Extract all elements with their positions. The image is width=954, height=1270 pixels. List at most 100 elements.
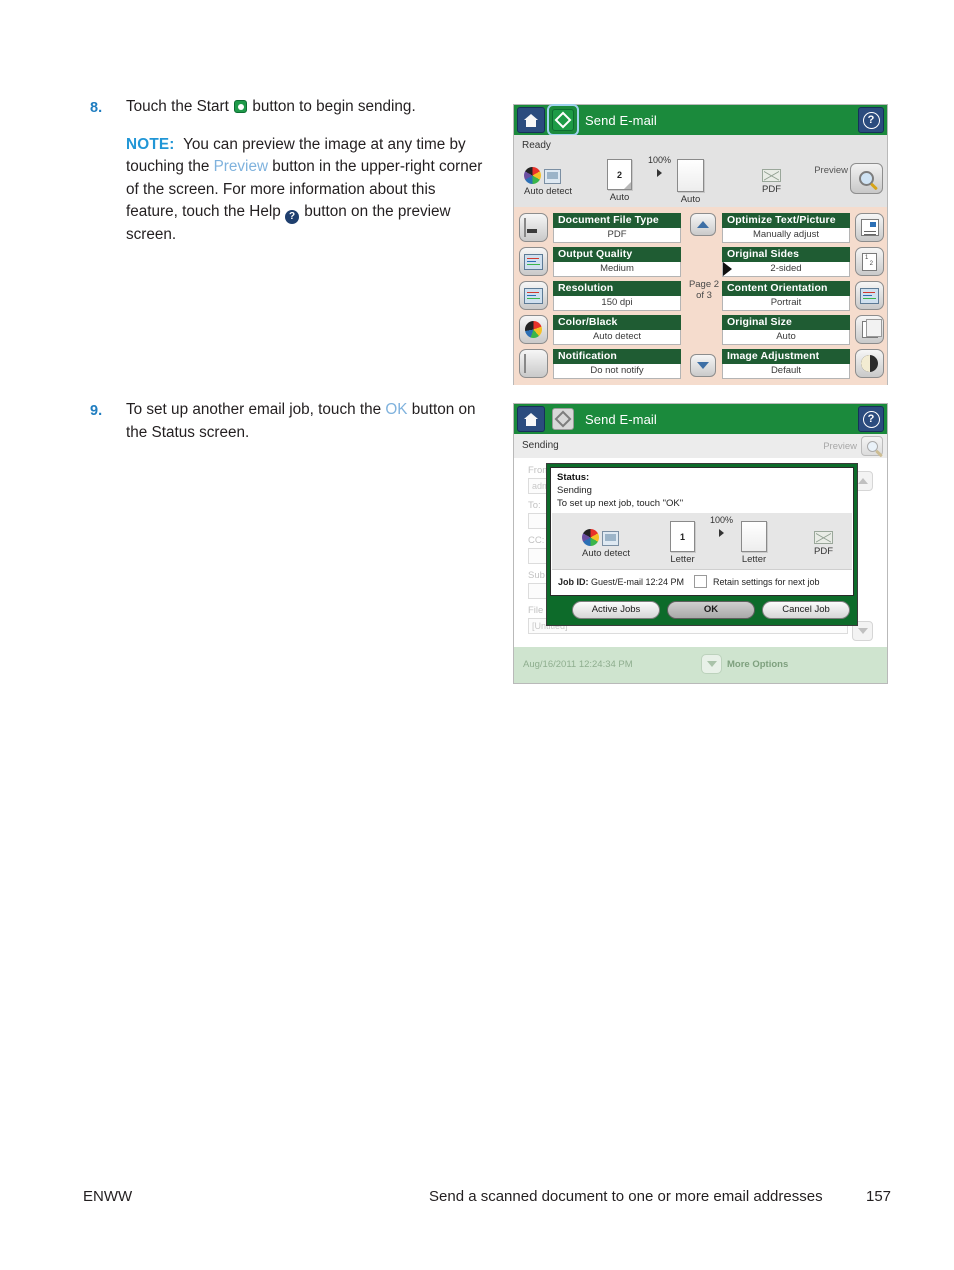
notification-icon-button[interactable]: [519, 349, 548, 378]
setting-value: PDF: [553, 228, 681, 243]
more-options-button[interactable]: [701, 654, 722, 674]
home-button[interactable]: [517, 107, 545, 133]
summary-output[interactable]: Auto: [677, 159, 704, 205]
setting-resolution[interactable]: Resolution 150 dpi: [519, 280, 681, 312]
envelope-icon: [814, 531, 833, 544]
status-dialog-content: Status: Sending To set up next job, touc…: [550, 467, 854, 596]
scroll-down-button[interactable]: [690, 354, 716, 377]
retain-settings-label: Retain settings for next job: [713, 577, 820, 587]
ok-button[interactable]: OK: [667, 600, 755, 619]
resolution-icon-button[interactable]: [519, 281, 548, 310]
screen1-title: Send E-mail: [585, 112, 657, 128]
ok-link[interactable]: OK: [385, 401, 407, 418]
setting-title: Color/Black: [553, 315, 681, 330]
setting-value-text: 2-sided: [770, 263, 802, 274]
notification-icon: [523, 353, 526, 373]
screen2-title: Send E-mail: [585, 411, 657, 427]
help-button[interactable]: ?: [858, 107, 884, 133]
scroll-up-button[interactable]: [690, 213, 716, 236]
screen1-header: Send E-mail ?: [514, 104, 887, 136]
resolution-icon: [524, 287, 543, 304]
color-wheel-icon: [525, 321, 542, 338]
dialog-file-type: PDF: [814, 531, 833, 557]
content-orientation-icon-button[interactable]: [855, 281, 884, 310]
help-icon: ?: [862, 410, 880, 428]
setting-notification[interactable]: Notification Do not notify: [519, 348, 681, 380]
start-icon: [234, 100, 248, 113]
step-9-number: 9.: [90, 403, 103, 419]
cc-label: CC:: [528, 535, 545, 546]
dialog-status-value: Sending: [557, 485, 592, 496]
setting-value: 150 dpi: [553, 296, 681, 311]
preview-label: Preview: [814, 165, 848, 176]
setting-content-orientation[interactable]: Content Orientation Portrait: [722, 280, 884, 312]
original-size-icon-button[interactable]: [855, 315, 884, 344]
job-id-label: Job ID:: [558, 577, 589, 587]
summary-original-label: Auto: [609, 192, 630, 203]
screen1-status-text: Ready: [522, 140, 551, 151]
filename-label: File: [528, 605, 544, 616]
image-adjustment-icon-button[interactable]: [855, 349, 884, 378]
color-black-icon-button[interactable]: [519, 315, 548, 344]
help-icon: ?: [285, 210, 300, 224]
step-8-body: Touch the Start button to begin sending.…: [126, 96, 485, 247]
home-button[interactable]: [517, 406, 545, 432]
setting-document-file-type[interactable]: Document File Type PDF: [519, 212, 681, 244]
summary-original[interactable]: 2 Auto: [607, 159, 632, 203]
color-wheel-icon: [524, 167, 541, 184]
summary-file-type[interactable]: PDF: [762, 169, 781, 195]
arrow-right-icon: [719, 529, 725, 537]
setting-color-black[interactable]: Color/Black Auto detect: [519, 314, 681, 346]
footer-page-number: 157: [866, 1188, 892, 1205]
start-button[interactable]: [547, 104, 579, 136]
preview-button[interactable]: [850, 163, 883, 194]
step-9-text-before: To set up another email job, touch the: [126, 401, 386, 418]
setting-value: Manually adjust: [722, 228, 850, 243]
two-sided-icon: 12: [862, 252, 877, 271]
settings-column-right: Optimize Text/Picture Manually adjust 12…: [722, 212, 884, 382]
status-dialog: Status: Sending To set up next job, touc…: [546, 463, 858, 626]
step-8-note: NOTE: You can preview the image at any t…: [126, 134, 485, 247]
setting-optimize-text-picture[interactable]: Optimize Text/Picture Manually adjust: [722, 212, 884, 244]
dialog-original: 1 Letter: [670, 521, 695, 565]
original-sides-icon-button[interactable]: 12: [855, 247, 884, 276]
instruction-steps: 8. Touch the Start button to begin sendi…: [90, 96, 485, 247]
arrow-right-icon: [657, 169, 663, 177]
page-footer: ENWW Send a scanned document to one or m…: [0, 1188, 954, 1212]
settings-column-left: Document File Type PDF Output Quality Me…: [519, 212, 681, 382]
screen1-status-bar: Ready Auto detect 2 Auto 100% Auto PDF P…: [514, 135, 887, 207]
paper-size-icon: [861, 319, 882, 338]
summary-color-mode[interactable]: Auto detect: [524, 167, 572, 197]
footer-section-title: Send a scanned document to one or more e…: [429, 1188, 823, 1205]
setting-title: Optimize Text/Picture: [722, 213, 850, 228]
optimize-text-picture-icon-button[interactable]: [855, 213, 884, 242]
output-quality-icon-button[interactable]: [519, 247, 548, 276]
document-file-type-icon-button[interactable]: [519, 213, 548, 242]
magnifier-icon: [866, 440, 878, 452]
setting-original-sides[interactable]: 12 Original Sides 2-sided: [722, 246, 884, 278]
start-button[interactable]: [550, 406, 576, 432]
original-count: 2: [616, 169, 622, 180]
cancel-job-button[interactable]: Cancel Job: [762, 600, 850, 619]
orientation-icon: [860, 287, 879, 304]
output-page-icon: [741, 521, 767, 552]
preview-link[interactable]: Preview: [214, 158, 268, 175]
preview-button[interactable]: [861, 436, 883, 456]
setting-image-adjustment[interactable]: Image Adjustment Default: [722, 348, 884, 380]
retain-settings-checkbox[interactable]: [694, 575, 707, 588]
help-button[interactable]: ?: [858, 406, 884, 432]
setting-title: Notification: [553, 349, 681, 364]
active-jobs-button[interactable]: Active Jobs: [572, 600, 660, 619]
step-8-text-before: Touch the Start: [126, 98, 234, 115]
setting-value: Medium: [553, 262, 681, 277]
home-icon: [523, 412, 539, 426]
setting-original-size[interactable]: Original Size Auto: [722, 314, 884, 346]
chevron-down-icon: [706, 661, 717, 667]
quality-icon: [524, 253, 543, 270]
step-8-number: 8.: [90, 100, 103, 116]
dialog-job-id: Job ID: Guest/E-mail 12:24 PM: [558, 577, 684, 587]
color-wheel-icon: [582, 529, 599, 546]
setting-output-quality[interactable]: Output Quality Medium: [519, 246, 681, 278]
dialog-output-label: Letter: [741, 554, 767, 565]
setting-title: Output Quality: [553, 247, 681, 262]
